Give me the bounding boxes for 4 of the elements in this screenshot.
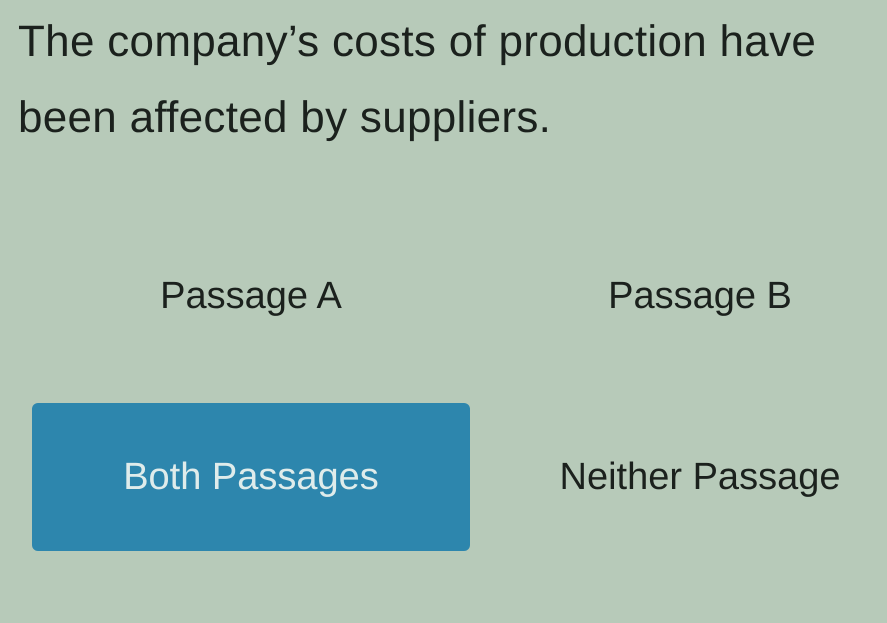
question-text: The company’s costs of production have been affected by suppliers. bbox=[18, 16, 818, 144]
answer-option[interactable]: Neither Passage bbox=[560, 456, 840, 498]
answer-option[interactable]: Passage A bbox=[160, 274, 342, 318]
answer-option[interactable]: Passage B bbox=[608, 274, 792, 318]
